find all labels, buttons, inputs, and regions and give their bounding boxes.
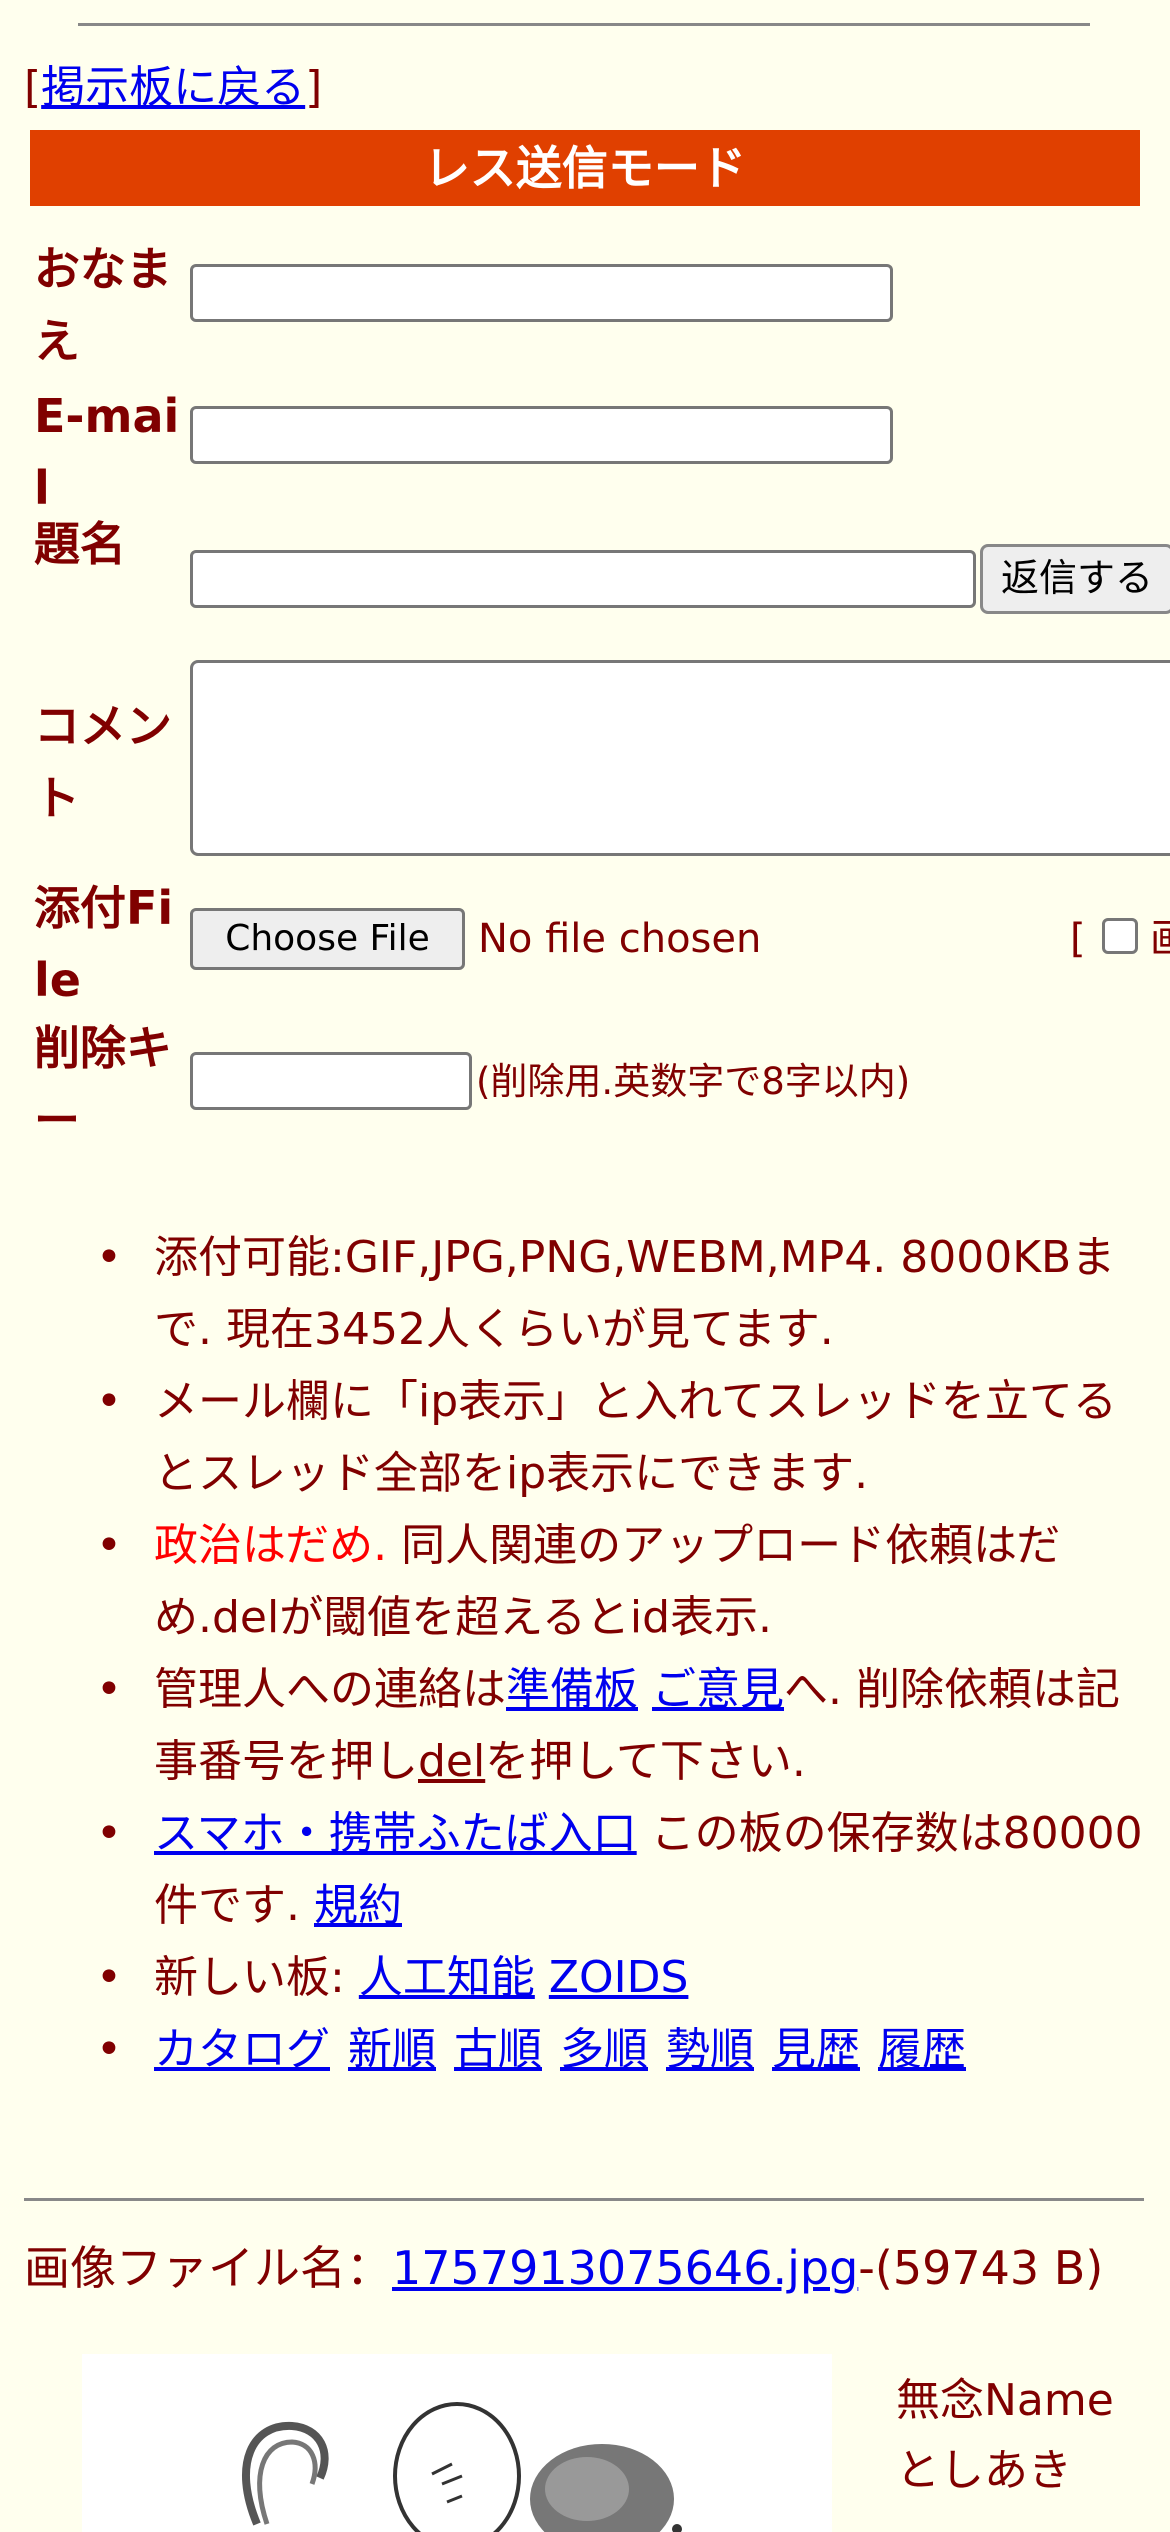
feedback-link[interactable]: ご意見 xyxy=(652,1664,784,1715)
oldest-link[interactable]: 古順 xyxy=(454,2024,542,2075)
new-boards-label: 新しい板: xyxy=(154,1952,345,2003)
terms-link[interactable]: 規約 xyxy=(314,1880,402,1931)
image-option-checkbox[interactable] xyxy=(1102,918,1138,954)
newest-link[interactable]: 新順 xyxy=(348,2024,436,2075)
list-item: メール欄に「ip表示」と入れてスレッドを立てるとスレッド全部をip表示にできます… xyxy=(78,1366,1148,1510)
catalog-link[interactable]: カタログ xyxy=(154,2024,330,2075)
reply-button[interactable]: 返信する xyxy=(980,544,1170,614)
delete-key-input[interactable] xyxy=(190,1052,472,1110)
delete-key-label: 削除キー xyxy=(34,1021,172,1147)
email-input[interactable] xyxy=(190,406,893,464)
reply-mode-header: レス送信モード xyxy=(30,130,1140,206)
name-label: おなまえ xyxy=(34,242,172,368)
history-link[interactable]: 履歴 xyxy=(878,2024,966,2075)
poster-signature: としあき xyxy=(896,2445,1072,2496)
image-file-link[interactable]: 1757913075646.jpg xyxy=(392,2241,858,2295)
ai-board-link[interactable]: 人工知能 xyxy=(359,1952,535,2003)
delete-request-suffix: を押して下さい. xyxy=(485,1736,806,1787)
file-status: No file chosen xyxy=(478,916,762,962)
list-item: カタログ新順古順多順勢順見歴履歴 xyxy=(78,2014,1148,2086)
image-file-info: 画像ファイル名：1757913075646.jpg-(59743 B) xyxy=(24,2238,1144,2298)
option-bracket: [ xyxy=(1070,916,1086,962)
image-option-label: 画 xyxy=(1150,908,1170,970)
top-divider xyxy=(78,23,1090,26)
file-label: 添付File xyxy=(34,881,174,1007)
info-list: 添付可能:GIF,JPG,PNG,WEBM,MP4. 8000KBまで. 現在3… xyxy=(78,1222,1148,2086)
upload-info: 添付可能:GIF,JPG,PNG,WEBM,MP4. 8000KBまで. 現在3… xyxy=(154,1232,1116,1355)
filename-label: 画像ファイル名： xyxy=(24,2241,392,2295)
thumbnail-illustration xyxy=(82,2354,832,2532)
zoids-board-link[interactable]: ZOIDS xyxy=(549,1952,689,2003)
name-input[interactable] xyxy=(190,264,893,322)
list-item: 新しい板: 人工知能 ZOIDS xyxy=(78,1942,1148,2014)
list-item: 添付可能:GIF,JPG,PNG,WEBM,MP4. 8000KBまで. 現在3… xyxy=(78,1222,1148,1366)
politics-warning: 政治はだめ. xyxy=(154,1520,388,1571)
viewed-history-link[interactable]: 見歴 xyxy=(772,2024,860,2075)
prep-board-link[interactable]: 準備板 xyxy=(506,1664,638,1715)
ip-info: メール欄に「ip表示」と入れてスレッドを立てるとスレッド全部をip表示にできます… xyxy=(154,1376,1117,1499)
section-divider xyxy=(24,2198,1144,2201)
del-link[interactable]: del xyxy=(418,1736,485,1787)
list-item: スマホ・携帯ふたば入口 この板の保存数は80000件です. 規約 xyxy=(78,1798,1148,1942)
file-size: -(59743 B) xyxy=(858,2241,1104,2295)
comment-label: コメント xyxy=(34,699,172,825)
back-to-board-link[interactable]: 掲示板に戻る xyxy=(41,62,305,113)
delete-key-note: (削除用.英数字で8字以内) xyxy=(476,1060,911,1103)
list-item: 政治はだめ. 同人関連のアップロード依頼はだめ.delが閾値を超えるとid表示. xyxy=(78,1510,1148,1654)
momentum-link[interactable]: 勢順 xyxy=(666,2024,754,2075)
mobile-entrance-link[interactable]: スマホ・携帯ふたば入口 xyxy=(154,1808,637,1859)
email-label: E-mail xyxy=(34,389,180,515)
back-to-board: [掲示板に戻る] xyxy=(24,62,323,113)
list-item: 管理人への連絡は準備板 ご意見へ. 削除依頼は記事番号を押しdelを押して下さい… xyxy=(78,1654,1148,1798)
comment-textarea[interactable] xyxy=(190,660,1170,856)
contact-text: 管理人への連絡は xyxy=(154,1664,506,1715)
subject-label: 題名 xyxy=(34,517,126,571)
page: [掲示板に戻る] レス送信モード おなまえ E-mail 題名 返信する コメン… xyxy=(0,0,1170,2532)
post-author: 無念Name としあき xyxy=(896,2366,1114,2506)
most-replies-link[interactable]: 多順 xyxy=(560,2024,648,2075)
poster-name: 無念Name xyxy=(896,2375,1114,2426)
choose-file-button[interactable]: Choose File xyxy=(190,908,465,970)
post-image-thumbnail[interactable] xyxy=(82,2354,832,2532)
subject-input[interactable] xyxy=(190,550,976,608)
